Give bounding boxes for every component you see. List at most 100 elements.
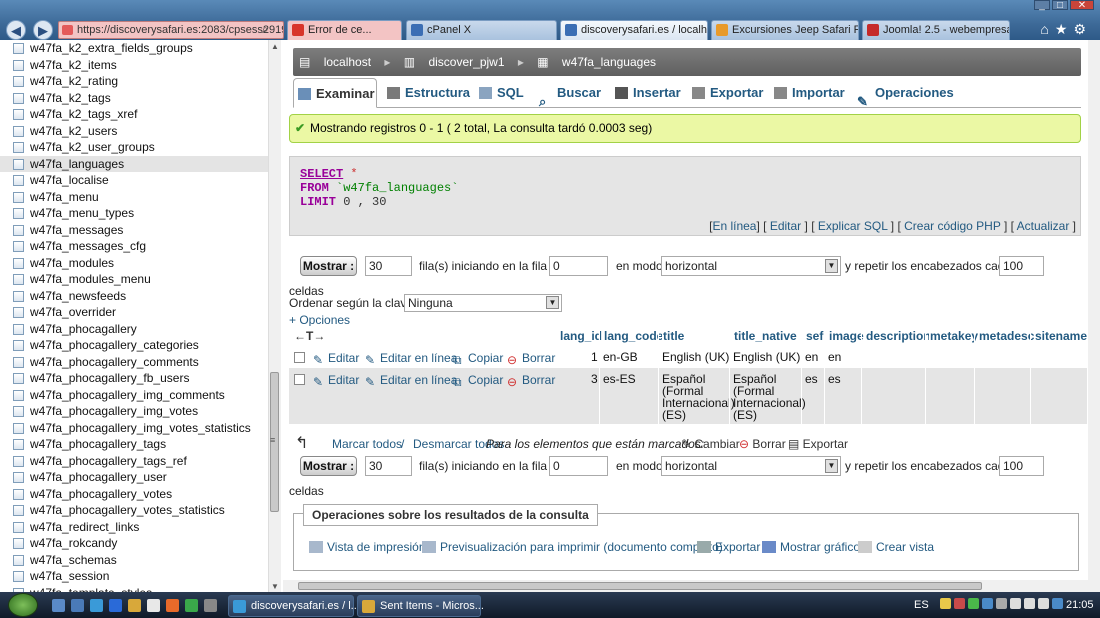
- sidebar-item-table[interactable]: w47fa_phocagallery_comments: [0, 354, 268, 370]
- sidebar-item-table[interactable]: w47fa_phocagallery: [0, 321, 268, 337]
- sidebar-item-table[interactable]: w47fa_redirect_links: [0, 519, 268, 535]
- gear-icon[interactable]: ⚙: [1073, 21, 1092, 37]
- sidebar-item-table[interactable]: w47fa_k2_tags: [0, 90, 268, 106]
- sidebar-item-table[interactable]: w47fa_modules_menu: [0, 271, 268, 287]
- folder-icon[interactable]: [128, 599, 141, 612]
- tab-phpmyadmin[interactable]: discoverysafari.es / localh...: [560, 20, 708, 40]
- sidebar-item-table[interactable]: w47fa_languages: [0, 155, 268, 172]
- favorites-icon[interactable]: ★: [1055, 21, 1074, 37]
- firefox-icon[interactable]: [166, 599, 179, 612]
- column-header[interactable]: metakey: [929, 326, 978, 346]
- sidebar-item-table[interactable]: w47fa_phocagallery_fb_users: [0, 370, 268, 386]
- document-icon[interactable]: [147, 599, 160, 612]
- sidebar-item-table[interactable]: w47fa_phocagallery_img_votes: [0, 403, 268, 419]
- task-outlook[interactable]: Sent Items - Micros...: [357, 595, 484, 617]
- tab-cpanel[interactable]: cPanel X: [406, 20, 557, 40]
- back-button[interactable]: ◀: [6, 20, 26, 40]
- scroll-down-icon[interactable]: ▼: [271, 582, 279, 591]
- rows-input[interactable]: 30: [365, 256, 412, 276]
- tool-icon[interactable]: [204, 599, 217, 612]
- main-scrollbar[interactable]: [1088, 40, 1100, 592]
- maximize-icon[interactable]: □: [1052, 0, 1068, 11]
- sidebar-item-table[interactable]: w47fa_messages_cfg: [0, 238, 268, 254]
- column-nav-arrows[interactable]: ←T→: [293, 326, 325, 346]
- address-bar[interactable]: https://discoverysafari.es:2083/cpsess29…: [58, 21, 284, 39]
- copy-link[interactable]: ⧉ Copiar: [453, 351, 503, 367]
- sidebar-item-table[interactable]: w47fa_schemas: [0, 552, 268, 568]
- sidebar-item-table[interactable]: w47fa_k2_tags_xref: [0, 106, 268, 122]
- rows-input[interactable]: 30: [365, 456, 412, 476]
- sidebar-item-table[interactable]: w47fa_k2_items: [0, 57, 268, 73]
- bulk-export-button[interactable]: ▤ Exportar: [788, 434, 848, 454]
- sidebar-item-table[interactable]: w47fa_modules: [0, 255, 268, 271]
- tab-exportar[interactable]: Exportar: [688, 78, 768, 108]
- link-crear-php[interactable]: Crear código PHP: [904, 219, 1001, 233]
- sidebar-item-table[interactable]: w47fa_phocagallery_categories: [0, 337, 268, 353]
- volume-icon[interactable]: [1024, 598, 1035, 609]
- sidebar-item-table[interactable]: w47fa_rokcandy: [0, 535, 268, 551]
- column-header[interactable]: description: [865, 326, 931, 346]
- sidebar-item-table[interactable]: w47fa_phocagallery_tags: [0, 436, 268, 452]
- start-row-input[interactable]: 0: [549, 456, 608, 476]
- breadcrumb-table[interactable]: w47fa_languages: [562, 55, 656, 69]
- tab-examinar[interactable]: Examinar: [293, 78, 377, 108]
- sidebar-item-table[interactable]: w47fa_phocagallery_tags_ref: [0, 453, 268, 469]
- tab-insertar[interactable]: Insertar: [611, 78, 685, 108]
- show-chart-link[interactable]: Mostrar gráfico: [762, 540, 860, 554]
- tab-sql[interactable]: SQL: [475, 78, 525, 108]
- sidebar-item-table[interactable]: w47fa_phocagallery_votes_statistics: [0, 502, 268, 518]
- column-header[interactable]: title: [662, 326, 684, 346]
- print-view-link[interactable]: Vista de impresión: [309, 540, 426, 554]
- sidebar-item-table[interactable]: w47fa_k2_rating: [0, 73, 268, 89]
- breadcrumb-database[interactable]: discover_pjw1: [428, 55, 504, 69]
- print-preview-full-link[interactable]: Previsualización para imprimir (document…: [422, 540, 723, 554]
- tab-importar[interactable]: Importar: [770, 78, 850, 108]
- network-icon[interactable]: [1010, 598, 1021, 609]
- column-header[interactable]: lang_code: [603, 326, 663, 346]
- start-button[interactable]: [8, 593, 38, 617]
- explorer-icon[interactable]: [71, 599, 84, 612]
- bulk-delete-button[interactable]: ⊖ Borrar: [739, 434, 786, 454]
- bulk-change-button[interactable]: ✎ Cambiar: [681, 434, 740, 454]
- mode-select[interactable]: horizontal ▼: [661, 256, 841, 276]
- order-select[interactable]: Ninguna ▼: [404, 294, 562, 312]
- sidebar-item-table[interactable]: w47fa_template_styles: [0, 585, 268, 592]
- check-all-link[interactable]: Marcar todos: [332, 434, 402, 454]
- tab-error[interactable]: Error de ce...: [287, 20, 402, 40]
- breadcrumb-server[interactable]: localhost: [324, 55, 371, 69]
- column-header[interactable]: sitename: [1034, 326, 1087, 346]
- tray-icon[interactable]: [996, 598, 1007, 609]
- show-button[interactable]: Mostrar :: [300, 256, 357, 276]
- create-view-link[interactable]: Crear vista: [858, 540, 934, 554]
- column-header[interactable]: sef: [805, 326, 823, 346]
- link-actualizar[interactable]: Actualizar: [1017, 219, 1070, 233]
- sidebar-item-table[interactable]: w47fa_localise: [0, 172, 268, 188]
- tab-estructura[interactable]: Estructura: [383, 78, 470, 108]
- sidebar-item-table[interactable]: w47fa_messages: [0, 222, 268, 238]
- show-button[interactable]: Mostrar :: [300, 456, 357, 476]
- link-explicar-sql[interactable]: Explicar SQL: [818, 219, 888, 233]
- sidebar-item-table[interactable]: w47fa_k2_extra_fields_groups: [0, 40, 268, 56]
- row-checkbox[interactable]: [294, 374, 305, 385]
- sidebar-item-table[interactable]: w47fa_session: [0, 568, 268, 584]
- tab-buscar[interactable]: ⌕ Buscar: [535, 78, 605, 109]
- desktop-icon[interactable]: [52, 599, 65, 612]
- repeat-headers-input[interactable]: 100: [999, 256, 1044, 276]
- home-icon[interactable]: ⌂: [1040, 21, 1054, 37]
- delete-link[interactable]: ⊖ Borrar: [507, 373, 555, 389]
- sidebar-item-table[interactable]: w47fa_overrider: [0, 304, 268, 320]
- search-icon[interactable]: ⌕: [262, 21, 280, 37]
- outlook-icon[interactable]: [109, 599, 122, 612]
- inline-edit-link[interactable]: ✎ Editar en línea: [365, 351, 457, 367]
- edit-link[interactable]: ✎ Editar: [313, 351, 359, 367]
- scroll-up-icon[interactable]: ▲: [271, 42, 279, 51]
- tray-icon[interactable]: [982, 598, 993, 609]
- column-header[interactable]: image: [828, 326, 864, 346]
- export-link[interactable]: Exportar: [697, 540, 760, 554]
- sidebar-item-table[interactable]: w47fa_newsfeeds: [0, 288, 268, 304]
- inline-edit-link[interactable]: ✎ Editar en línea: [365, 373, 457, 389]
- tab-operaciones[interactable]: ✎ Operaciones: [853, 78, 954, 109]
- repeat-headers-input[interactable]: 100: [999, 456, 1044, 476]
- tray-icon[interactable]: [940, 598, 951, 609]
- minimize-icon[interactable]: _: [1034, 0, 1050, 11]
